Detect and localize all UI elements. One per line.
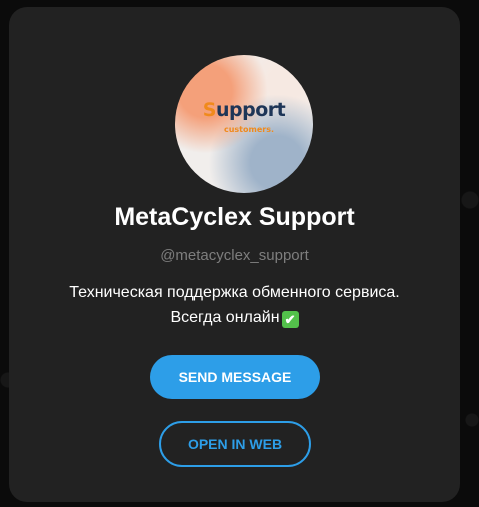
- send-message-button[interactable]: SEND MESSAGE: [150, 355, 320, 399]
- profile-name: MetaCyclex Support: [114, 203, 355, 231]
- avatar: Support customers.: [175, 55, 313, 193]
- profile-card: Support customers. MetaCyclex Support @m…: [9, 7, 460, 502]
- description-line-1: Техническая поддержка обменного сервиса.: [69, 284, 400, 301]
- check-mark-icon: ✔: [281, 311, 299, 328]
- description-line-2-text: Всегда онлайн: [170, 309, 280, 326]
- open-in-web-button[interactable]: OPEN IN WEB: [159, 421, 311, 467]
- avatar-logo-subtext: customers.: [223, 125, 275, 134]
- avatar-logo-text: Support: [175, 99, 313, 121]
- profile-description: Техническая поддержка обменного сервиса.…: [9, 280, 460, 330]
- description-line-2: Всегда онлайн ✔: [9, 305, 460, 330]
- profile-username: @metacyclex_support: [160, 247, 309, 264]
- avatar-logo-rest: upport: [215, 99, 286, 121]
- avatar-logo-initial: S: [202, 99, 217, 121]
